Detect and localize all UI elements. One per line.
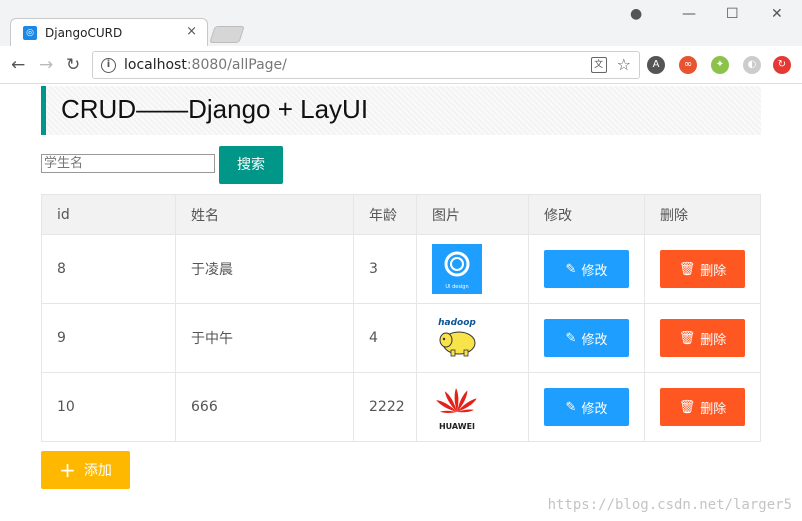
cell-id: 9 — [41, 303, 176, 373]
huawei-logo-icon: HUAWEI — [436, 388, 477, 431]
watermark: https://blog.csdn.net/larger5 — [547, 497, 792, 513]
delete-button[interactable]: 🗑 删除 — [660, 388, 745, 426]
cell-name: 666 — [175, 372, 354, 442]
trash-icon: 🗑 — [678, 330, 696, 346]
cell-delete: 🗑 删除 — [644, 303, 761, 373]
profile-icon[interactable]: ● — [630, 6, 642, 22]
svg-text:UI design: UI design — [445, 284, 468, 290]
forward-icon[interactable]: → — [39, 56, 53, 74]
edit-button[interactable]: ✎ 修改 — [544, 388, 629, 426]
column-header-name: 姓名 — [175, 194, 354, 235]
browser-tab-bar: ◎ DjangoCURD × ● — ☐ ✕ — [0, 0, 802, 46]
delete-button-label: 删除 — [700, 401, 727, 417]
cell-age: 3 — [353, 234, 417, 304]
tab-title: DjangoCURD — [45, 25, 123, 40]
page-content: CRUD——Django + LayUI 搜索 id 姓名 年龄 图片 修改 删… — [0, 84, 802, 521]
cell-edit: ✎ 修改 — [528, 372, 645, 442]
minimize-button[interactable]: — — [682, 6, 696, 22]
column-header-edit: 修改 — [528, 194, 645, 235]
tab-close-icon[interactable]: × — [186, 24, 197, 39]
add-button-label: 添加 — [83, 463, 112, 479]
table-row: 10 666 2222 HUAWEI ✎ 修改 🗑 删除 — [41, 372, 761, 442]
page-title: CRUD——Django + LayUI — [61, 94, 369, 124]
cell-image: HUAWEI — [416, 372, 529, 442]
svg-text:hadoop: hadoop — [438, 318, 476, 328]
reload-icon[interactable]: ↻ — [66, 56, 80, 74]
infinity-extension-icon[interactable]: ∞ — [679, 56, 697, 74]
bookmark-star-icon[interactable]: ☆ — [617, 57, 631, 73]
student-name-search-input[interactable] — [41, 154, 215, 173]
back-icon[interactable]: ← — [11, 56, 25, 74]
address-bar[interactable]: i localhost:8080/allPage/ 文 ☆ — [92, 51, 640, 79]
tag-extension-icon[interactable]: ✦ — [711, 56, 729, 74]
delete-button[interactable]: 🗑 删除 — [660, 319, 745, 357]
cell-age: 2222 — [353, 372, 417, 442]
column-header-delete: 删除 — [644, 194, 761, 235]
column-header-image: 图片 — [416, 194, 529, 235]
table-row: 8 于凌晨 3 UI design ✎ 修改 🗑 删除 — [41, 234, 761, 304]
trash-icon: 🗑 — [678, 399, 696, 415]
browser-tab[interactable]: ◎ DjangoCURD × — [10, 18, 208, 46]
search-button[interactable]: 搜索 — [219, 146, 283, 184]
pencil-icon: ✎ — [565, 261, 577, 277]
cell-age: 4 — [353, 303, 417, 373]
new-tab-button[interactable] — [209, 26, 245, 43]
angular-extension-icon[interactable]: A — [647, 56, 665, 74]
edit-button-label: 修改 — [581, 263, 608, 279]
delete-button-label: 删除 — [700, 332, 727, 348]
pencil-icon: ✎ — [565, 399, 577, 415]
url-text: localhost:8080/allPage/ — [124, 57, 287, 73]
browser-toolbar: ← → ↻ i localhost:8080/allPage/ 文 ☆ A ∞ … — [0, 46, 802, 84]
edit-button[interactable]: ✎ 修改 — [544, 250, 629, 288]
table-row: 9 于中午 4 hadoop ✎ 修改 🗑 删除 — [41, 303, 761, 373]
cell-delete: 🗑 删除 — [644, 372, 761, 442]
trash-icon: 🗑 — [678, 261, 696, 277]
svg-text:HUAWEI: HUAWEI — [439, 422, 475, 431]
column-header-age: 年龄 — [353, 194, 417, 235]
cell-id: 8 — [41, 234, 176, 304]
cell-id: 10 — [41, 372, 176, 442]
edit-button-label: 修改 — [581, 401, 608, 417]
edit-button-label: 修改 — [581, 332, 608, 348]
cell-image: UI design — [416, 234, 529, 304]
cell-edit: ✎ 修改 — [528, 234, 645, 304]
table-header-row: id 姓名 年龄 图片 修改 删除 — [41, 194, 761, 235]
delete-button[interactable]: 🗑 删除 — [660, 250, 745, 288]
refresh-extension-icon[interactable]: ↻ — [773, 56, 791, 74]
student-table: id 姓名 年龄 图片 修改 删除 8 于凌晨 3 UI design ✎ 修改… — [41, 194, 761, 442]
delete-button-label: 删除 — [700, 263, 727, 279]
cell-edit: ✎ 修改 — [528, 303, 645, 373]
hadoop-logo-icon: hadoop — [438, 318, 476, 357]
column-header-id: id — [41, 194, 176, 235]
ui-design-logo-icon: UI design — [432, 244, 482, 294]
page-heading: CRUD——Django + LayUI — [41, 86, 761, 135]
pencil-icon: ✎ — [565, 330, 577, 346]
cell-name: 于中午 — [175, 303, 354, 373]
cell-image: hadoop — [416, 303, 529, 373]
close-window-button[interactable]: ✕ — [771, 6, 783, 22]
info-icon[interactable]: i — [101, 57, 116, 73]
plus-icon: + — [59, 458, 76, 482]
translate-icon[interactable]: 文 — [590, 57, 607, 73]
add-button[interactable]: + 添加 — [41, 451, 130, 489]
maximize-button[interactable]: ☐ — [726, 6, 739, 22]
cell-name: 于凌晨 — [175, 234, 354, 304]
site-favicon-icon: ◎ — [23, 25, 37, 40]
cell-delete: 🗑 删除 — [644, 234, 761, 304]
edit-button[interactable]: ✎ 修改 — [544, 319, 629, 357]
ghost-extension-icon[interactable]: ◐ — [743, 56, 761, 74]
